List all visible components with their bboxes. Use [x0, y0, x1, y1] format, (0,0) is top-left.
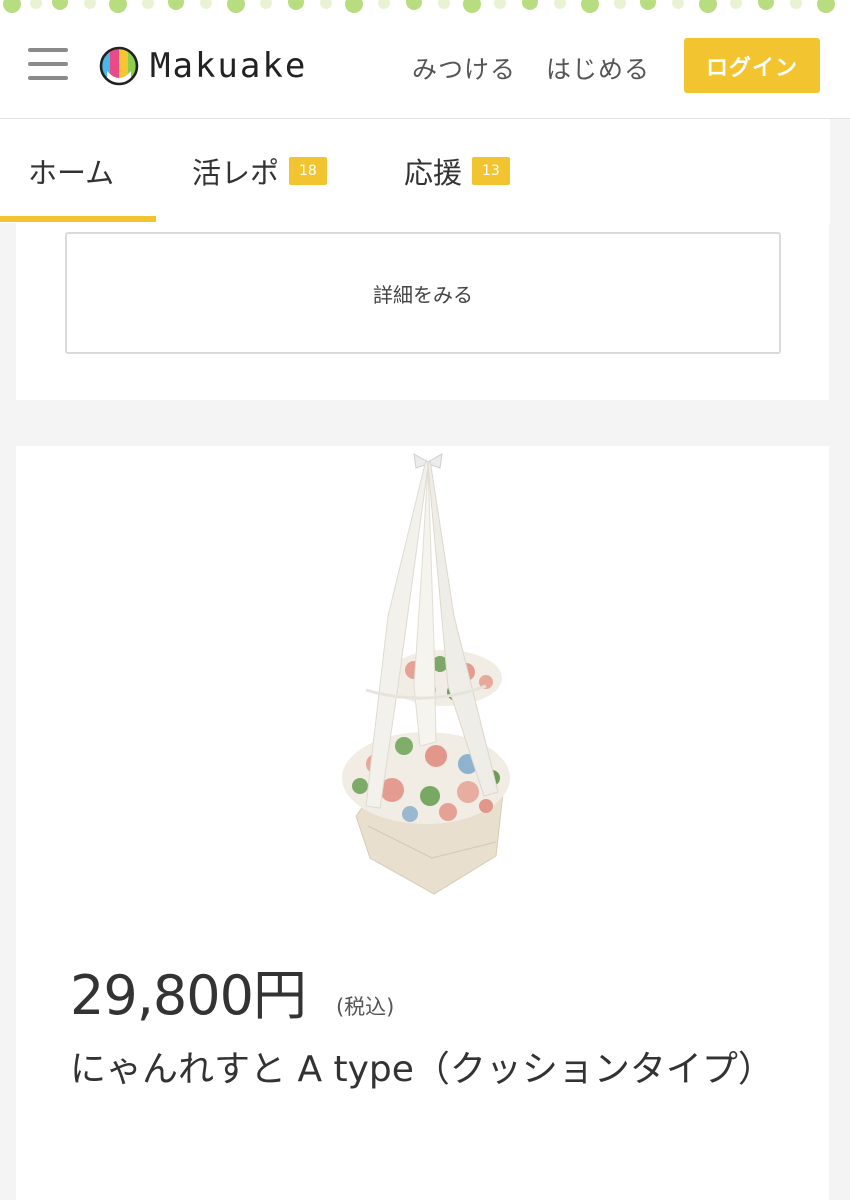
product-image: [342, 453, 510, 895]
price-row: 29,800円 (税込): [70, 951, 394, 1030]
hamburger-menu-icon[interactable]: [28, 48, 70, 82]
count-badge: 18: [289, 157, 327, 185]
nav-discover-link[interactable]: みつける: [412, 50, 516, 86]
decorative-leaf-banner: [0, 0, 850, 18]
login-button[interactable]: ログイン: [684, 38, 820, 93]
makuake-logo[interactable]: Makuake: [98, 44, 307, 88]
view-details-button[interactable]: 詳細をみる: [65, 232, 781, 354]
reward-card[interactable]: 29,800円 (税込) にゃんれすと A type（クッションタイプ）: [16, 446, 829, 1200]
leaf-pattern-icon: [3, 0, 835, 13]
reward-title: にゃんれすと A type（クッションタイプ）: [70, 1049, 774, 1090]
tab-label: ホーム: [28, 156, 115, 190]
logo-text: Makuake: [150, 46, 308, 86]
tab-home[interactable]: ホーム: [28, 119, 114, 223]
nav-start-link[interactable]: はじめる: [546, 50, 650, 86]
project-tabs: ホーム 活レポ 18 応援 13: [0, 119, 830, 223]
site-header: Makuake みつける はじめる ログイン: [0, 18, 850, 119]
makuake-logo-icon: [99, 46, 139, 86]
price: 29,800円: [70, 964, 307, 1027]
tab-label: 活レポ: [192, 156, 280, 190]
tab-support[interactable]: 応援 13: [404, 119, 510, 223]
project-detail-card: 詳細をみる: [16, 223, 829, 400]
tab-label: 応援: [404, 156, 463, 190]
tab-activity-report[interactable]: 活レポ 18: [192, 119, 327, 223]
active-tab-indicator: [0, 216, 156, 222]
count-badge: 13: [472, 157, 510, 185]
tax-note: (税込): [335, 995, 395, 1019]
